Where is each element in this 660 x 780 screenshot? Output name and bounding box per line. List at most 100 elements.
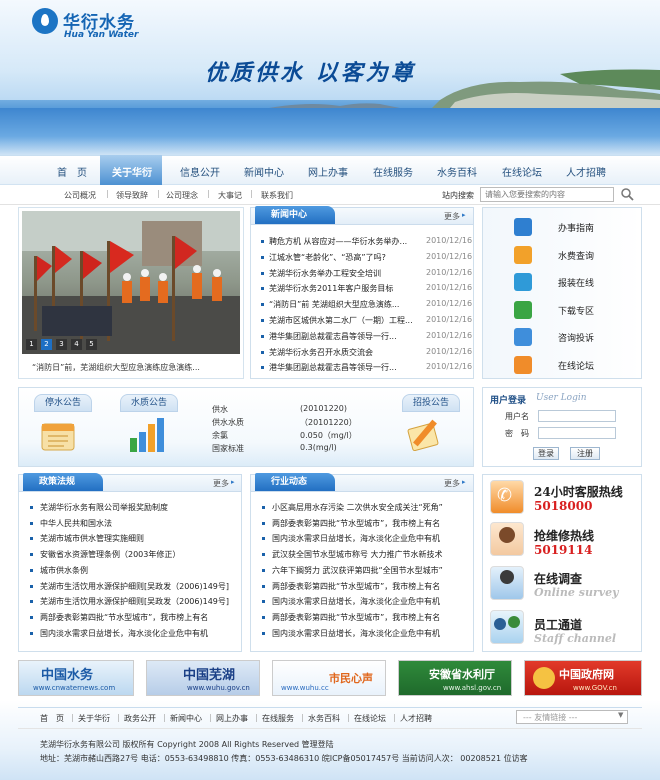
footer-nav-item[interactable]: 新闻中心: [170, 713, 202, 724]
subnav-philosophy[interactable]: 公司理念: [166, 190, 198, 201]
banner-anhui-water-url: www.ahsl.gov.cn: [443, 684, 502, 692]
industry-item[interactable]: 武汉获全国节水型城市称号 大力推广节水新技术: [272, 549, 472, 560]
footer-nav-item[interactable]: 水务百科: [308, 713, 340, 724]
policy-item[interactable]: 芜湖华衍水务有限公司举报奖励制度: [40, 502, 240, 513]
tab-tender[interactable]: 招投公告: [402, 394, 460, 412]
slide-page-3[interactable]: 3: [56, 339, 67, 350]
policy-item[interactable]: 国内淡水需求日益增长，海水淡化企业危中有机: [40, 628, 240, 639]
service-item-installation[interactable]: 报装在线: [558, 276, 594, 289]
tab-water-quality[interactable]: 水质公告: [120, 394, 178, 412]
service-item-guide[interactable]: 办事指南: [558, 221, 594, 234]
industry-item[interactable]: 国内淡水需求日益增长，海水淡化企业危中有机: [272, 533, 472, 544]
news-more-link[interactable]: 更多: [444, 211, 460, 222]
policy-more-link[interactable]: 更多: [213, 478, 229, 489]
news-title[interactable]: 新闻中心: [255, 206, 335, 224]
login-title: 用户登录: [490, 396, 527, 406]
slide-page-2[interactable]: 2: [41, 339, 52, 350]
subnav-overview[interactable]: 公司概况: [64, 190, 96, 201]
nav-item-news[interactable]: 新闻中心: [244, 164, 284, 179]
search-icon[interactable]: [620, 187, 634, 201]
nav-item-home[interactable]: 首 页: [57, 164, 87, 179]
news-item-title[interactable]: 港华集团副总裁霍志昌等领导一行...: [269, 331, 419, 342]
banner-anhui-water[interactable]: 安徽省水利厅 www.ahsl.gov.cn: [398, 660, 512, 696]
register-button[interactable]: 注册: [570, 447, 600, 460]
service-item-complaint[interactable]: 咨询投诉: [558, 331, 594, 344]
nav-item-about[interactable]: 关于华衍: [112, 164, 152, 179]
slide-page-1[interactable]: 1: [26, 339, 37, 350]
industry-item[interactable]: 两部委表彰第四批“节水型城市”，我市榜上有名: [272, 612, 472, 623]
industry-item[interactable]: 国内淡水需求日益增长，海水淡化企业危中有机: [272, 596, 472, 607]
service-item-forum[interactable]: 在线论坛: [558, 359, 594, 372]
footer-nav-item[interactable]: 在线论坛: [354, 713, 386, 724]
banner-citizen-voice[interactable]: 市民心声 www.wuhu.cc: [272, 660, 386, 696]
service-item-bill-query[interactable]: 水费查询: [558, 249, 594, 262]
list-bullet-icon: [261, 287, 264, 291]
nav-item-jobs[interactable]: 人才招聘: [566, 164, 606, 179]
news-item-title[interactable]: 芜湖华衍水务召开水质交流会: [269, 347, 419, 358]
footer-nav-divider: |: [393, 713, 396, 722]
password-label: 密 码: [505, 429, 529, 438]
username-input[interactable]: [538, 410, 616, 422]
slide-page-4[interactable]: 4: [71, 339, 82, 350]
repair-hotline-number[interactable]: 5019114: [534, 543, 592, 557]
footer-nav-item[interactable]: 政务公开: [124, 713, 156, 724]
subnav-contact[interactable]: 联系我们: [261, 190, 293, 201]
list-bullet-icon: [30, 615, 33, 619]
industry-title[interactable]: 行业动态: [255, 473, 335, 491]
news-item-title[interactable]: 港华集团副总裁霍志昌等领导一行...: [269, 362, 419, 373]
news-item-title[interactable]: 江城水管“老龄化”、“恐高”了吗?: [269, 252, 419, 263]
tab-water-outage[interactable]: 停水公告: [34, 394, 92, 412]
policy-item[interactable]: 安徽省水资源管理条例（2003年修正）: [40, 549, 240, 560]
policy-title[interactable]: 政策法规: [23, 473, 103, 491]
password-input[interactable]: [538, 427, 616, 439]
nav-item-online-service[interactable]: 在线服务: [373, 164, 413, 179]
policy-item[interactable]: 两部委表彰第四批“节水型城市”，我市榜上有名: [40, 612, 240, 623]
slide-page-5[interactable]: 5: [86, 339, 97, 350]
industry-item[interactable]: 两部委表彰第四批“节水型城市”，我市榜上有名: [272, 581, 472, 592]
policy-item[interactable]: 芜湖市城市供水管理实施细则: [40, 533, 240, 544]
copyright-text: 芜湖华衍水务有限公司 版权所有 Copyright 2008 All Right…: [40, 740, 334, 749]
login-button[interactable]: 登录: [533, 447, 559, 460]
footer-nav-item[interactable]: 在线服务: [262, 713, 294, 724]
nav-item-encyclopedia[interactable]: 水务百科: [437, 164, 477, 179]
policy-item[interactable]: 芜湖市生活饮用水源保护细则[吴政发（2006)149号]: [40, 596, 240, 607]
banner-china-water[interactable]: 中国水务 www.cnwaternews.com: [18, 660, 134, 696]
industry-item[interactable]: 国内淡水需求日益增长，海水淡化企业危中有机: [272, 628, 472, 639]
policy-item[interactable]: 城市供水条例: [40, 565, 240, 576]
header-banner: 华衍水务 Hua Yan Water 优质供水 以客为尊: [0, 0, 660, 155]
banner-gov-cn[interactable]: 中国政府网 www.GOV.cn: [524, 660, 642, 696]
nav-item-online-affairs[interactable]: 网上办事: [308, 164, 348, 179]
photo-caption[interactable]: “消防日”前，芜湖组织大型应急演练应急演练...: [32, 362, 200, 373]
industry-item[interactable]: 小区高层用水存污染 二次供水安全成关注“死角”: [272, 502, 472, 513]
news-item-title[interactable]: 芜湖华衍水务举办工程安全培训: [269, 268, 419, 279]
footer-nav-item[interactable]: 人才招聘: [400, 713, 432, 724]
search-input[interactable]: [480, 187, 614, 202]
industry-item[interactable]: 六年下搁努力 武汉获评第四批“全国节水型城市”: [272, 565, 472, 576]
chevron-down-icon[interactable]: ▼: [618, 711, 623, 719]
nav-item-info[interactable]: 信息公开: [180, 164, 220, 179]
footer-nav-item[interactable]: 关于华衍: [78, 713, 110, 724]
online-survey-title[interactable]: 在线调查: [534, 570, 582, 587]
news-item-title[interactable]: 芜湖华衍水务2011年客户服务目标: [269, 283, 419, 294]
friend-links-select[interactable]: --- 友情链接 ---: [516, 710, 628, 724]
industry-more-link[interactable]: 更多: [444, 478, 460, 489]
nav-item-forum[interactable]: 在线论坛: [502, 164, 542, 179]
subnav-leadership[interactable]: 领导致辞: [116, 190, 148, 201]
service-item-download[interactable]: 下载专区: [558, 304, 594, 317]
news-item-date: 2010/12/16: [426, 362, 473, 372]
list-bullet-icon: [262, 600, 265, 604]
industry-item[interactable]: 两部委表彰第四批“节水型城市”，我市榜上有名: [272, 518, 472, 529]
service-hotline-number[interactable]: 5018000: [534, 499, 592, 513]
news-item-title[interactable]: 芜湖市区城供水第二水厂（一期）工程...: [269, 315, 419, 326]
footer-nav-item[interactable]: 首 页: [40, 713, 64, 724]
slideshow-photo[interactable]: [22, 211, 240, 354]
staff-channel-title[interactable]: 员工通道: [534, 616, 582, 633]
news-item-title[interactable]: 聘危方机 从容应对——华衍水务举办...: [269, 236, 419, 247]
banner-china-wuhu[interactable]: 中国芜湖 www.wuhu.gov.cn: [146, 660, 260, 696]
subnav-milestones[interactable]: 大事记: [218, 190, 242, 201]
policy-item[interactable]: 中华人民共和国水法: [40, 518, 240, 529]
footer-nav-item[interactable]: 网上办事: [216, 713, 248, 724]
policy-item[interactable]: 芜湖市生活饮用水源保护细则[吴政发（2006)149号]: [40, 581, 240, 592]
water-drop-logo-icon[interactable]: [32, 8, 58, 34]
news-item-title[interactable]: “消防日”前 芜湖组织大型应急演练...: [269, 299, 419, 310]
